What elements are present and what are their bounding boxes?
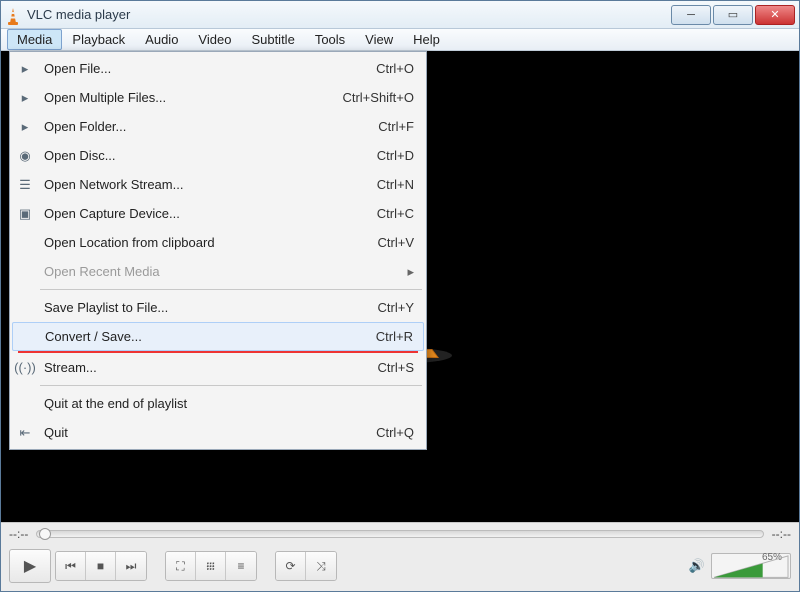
shuffle-button[interactable]: ⤨ [306,552,336,580]
fullscreen-button[interactable]: ⛶ [166,552,196,580]
menu-tools[interactable]: Tools [305,29,355,50]
menu-subtitle[interactable]: Subtitle [241,29,304,50]
menu-open-disc[interactable]: ◉ Open Disc... Ctrl+D [12,141,424,170]
titlebar: VLC media player ─ ▭ ✕ [1,1,799,29]
volume-slider[interactable]: 65% [711,553,791,579]
play-button[interactable]: ▶ [9,549,51,583]
menu-save-playlist[interactable]: Save Playlist to File... Ctrl+Y [12,293,424,322]
menu-open-folder[interactable]: ▸ Open Folder... Ctrl+F [12,112,424,141]
button-row: ▶ ⏮ ■ ⏭ ⛶ ᎒᎒᎒ ≡ ⟳ ⤨ 🔊 65% [1,545,799,591]
window-title: VLC media player [27,7,669,22]
mode-group: ⟳ ⤨ [275,551,337,581]
menu-quit[interactable]: ⇤ Quit Ctrl+Q [12,418,424,447]
menu-view[interactable]: View [355,29,403,50]
menu-quit-end-playlist[interactable]: Quit at the end of playlist [12,389,424,418]
time-total: --:-- [772,527,791,541]
loop-button[interactable]: ⟳ [276,552,306,580]
next-button[interactable]: ⏭ [116,552,146,580]
menu-open-capture-device[interactable]: ▣ Open Capture Device... Ctrl+C [12,199,424,228]
menu-media[interactable]: Media [7,29,62,50]
files-icon: ▸ [14,90,36,106]
stop-button[interactable]: ■ [86,552,116,580]
minimize-button[interactable]: ─ [671,5,711,25]
quit-icon: ⇤ [14,425,36,441]
capture-icon: ▣ [14,206,36,222]
disc-icon: ◉ [14,148,36,164]
seek-thumb[interactable] [39,528,51,540]
seek-slider[interactable] [36,530,763,538]
menu-help[interactable]: Help [403,29,450,50]
menu-separator [40,385,422,386]
menu-stream[interactable]: ((·)) Stream... Ctrl+S [12,353,424,382]
controls-area: --:-- --:-- ▶ ⏮ ■ ⏭ ⛶ ᎒᎒᎒ ≡ ⟳ ⤨ [1,522,799,591]
speaker-icon[interactable]: 🔊 [689,558,705,574]
close-button[interactable]: ✕ [755,5,795,25]
seek-row: --:-- --:-- [1,523,799,545]
media-dropdown: ▸ Open File... Ctrl+O ▸ Open Multiple Fi… [9,51,427,450]
vlc-window: VLC media player ─ ▭ ✕ Media Playback Au… [0,0,800,592]
menu-open-file[interactable]: ▸ Open File... Ctrl+O [12,54,424,83]
extended-settings-button[interactable]: ᎒᎒᎒ [196,552,226,580]
prev-button[interactable]: ⏮ [56,552,86,580]
volume-control: 🔊 65% [689,553,791,579]
menu-playback[interactable]: Playback [62,29,135,50]
folder-icon: ▸ [14,119,36,135]
transport-group: ⏮ ■ ⏭ [55,551,147,581]
menu-convert-save[interactable]: Convert / Save... Ctrl+R [12,322,424,351]
vlc-cone-icon [5,7,21,23]
menu-open-network-stream[interactable]: ☰ Open Network Stream... Ctrl+N [12,170,424,199]
time-elapsed: --:-- [9,527,28,541]
maximize-button[interactable]: ▭ [713,5,753,25]
menubar: Media Playback Audio Video Subtitle Tool… [1,29,799,51]
menu-video[interactable]: Video [188,29,241,50]
network-icon: ☰ [14,177,36,193]
playlist-button[interactable]: ≡ [226,552,256,580]
file-icon: ▸ [14,61,36,77]
menu-open-multiple-files[interactable]: ▸ Open Multiple Files... Ctrl+Shift+O [12,83,424,112]
view-group: ⛶ ᎒᎒᎒ ≡ [165,551,257,581]
window-controls: ─ ▭ ✕ [669,5,795,25]
menu-audio[interactable]: Audio [135,29,188,50]
stream-icon: ((·)) [14,360,36,375]
menu-separator [40,289,422,290]
menu-open-location-clipboard[interactable]: Open Location from clipboard Ctrl+V [12,228,424,257]
menu-open-recent-media[interactable]: Open Recent Media [12,257,424,286]
